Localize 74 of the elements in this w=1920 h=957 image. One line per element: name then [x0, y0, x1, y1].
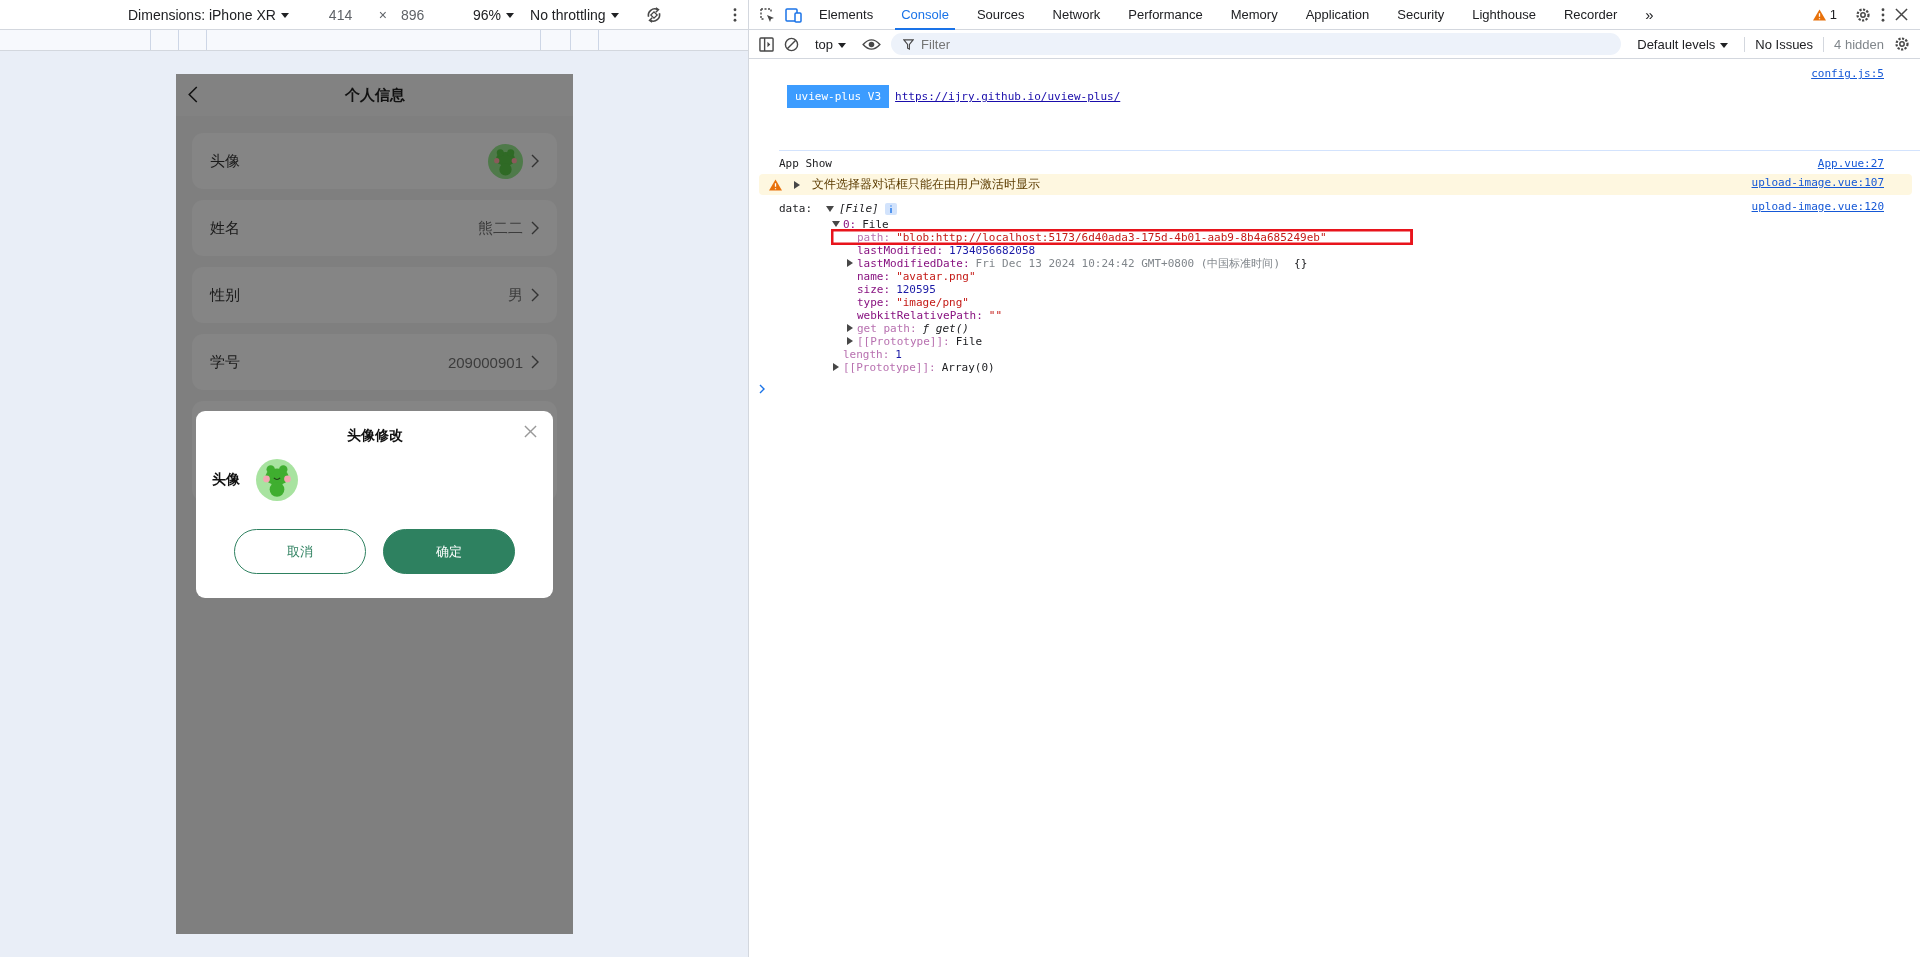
warning-count[interactable]: 1	[1829, 7, 1837, 22]
property-suffix: {}	[1294, 256, 1308, 270]
property-key: size:	[857, 282, 891, 296]
property-value: "image/png"	[896, 295, 969, 309]
property-value: 1	[895, 347, 902, 361]
devtools-tab[interactable]: Lighthouse	[1466, 0, 1542, 30]
library-link[interactable]: https://ijry.github.io/uview-plus/	[895, 90, 1121, 103]
row-value: 209000901	[447, 353, 523, 371]
source-link[interactable]: App.vue:27	[1817, 157, 1884, 170]
info-row[interactable]: 头像	[192, 133, 557, 189]
warning-message: 文件选择器对话框只能在由用户激活时显示	[812, 176, 1040, 193]
property-key: [[Prototype]]:	[857, 334, 950, 348]
confirm-button[interactable]: 确定	[382, 529, 515, 574]
times-sign: ×	[378, 6, 388, 23]
device-dropdown[interactable]: Dimensions: iPhone XR	[128, 6, 289, 23]
levels-dropdown[interactable]: Default levels	[1637, 36, 1729, 52]
library-badge: uview-plus V3	[787, 85, 890, 108]
row-value: 男	[508, 285, 523, 305]
property-key: lastModifiedDate:	[857, 256, 970, 270]
property-value: "avatar.png"	[896, 269, 976, 283]
throttling-dropdown[interactable]: No throttling	[530, 6, 619, 23]
filter-field[interactable]: Filter	[891, 33, 1622, 55]
devtools-tab[interactable]: Elements	[813, 0, 880, 30]
devtools-tab[interactable]: Recorder	[1557, 0, 1624, 30]
row-label: 头像	[210, 151, 241, 171]
source-link[interactable]: upload-image.vue:120	[1751, 200, 1884, 213]
devtools-tab[interactable]: Network	[1046, 0, 1107, 30]
zoom-dropdown[interactable]: 96%	[473, 6, 515, 23]
row-label: 姓名	[210, 218, 241, 238]
height-field[interactable]: 896	[401, 6, 446, 23]
more-tabs-button[interactable]: »	[1639, 0, 1660, 31]
hidden-count: 4 hidden	[1823, 36, 1884, 52]
property-key: type:	[857, 295, 891, 309]
source-link[interactable]: config.js:5	[1811, 67, 1884, 80]
devtools-tab[interactable]: Console	[895, 0, 955, 30]
row-label: 性别	[210, 285, 241, 305]
context-dropdown[interactable]: top	[815, 36, 847, 52]
devtools-tab[interactable]: Sources	[970, 0, 1031, 30]
property-value: 1734056682058	[949, 243, 1036, 257]
row-label: 学号	[210, 352, 241, 372]
property-value: Fri Dec 13 2024 10:24:42 GMT+0800 (中国标准时间)	[975, 255, 1280, 271]
page-title: 个人信息	[344, 85, 405, 105]
object-summary: [File]	[839, 202, 879, 216]
property-key: 0:	[843, 217, 857, 231]
property-value: File	[862, 217, 889, 231]
devtools-tab[interactable]: Security	[1391, 0, 1451, 30]
property-key: lastModified:	[857, 243, 944, 257]
property-value: 120595	[896, 282, 936, 296]
row-value: 熊二二	[478, 218, 523, 238]
info-row[interactable]: 学号 209000901	[192, 334, 557, 390]
devtools-tab[interactable]: Performance	[1122, 0, 1209, 30]
info-row[interactable]: 姓名 熊二二	[192, 200, 557, 256]
avatar-label: 头像	[212, 471, 240, 489]
property-key: get path:	[857, 321, 917, 335]
log-message: App Show	[779, 157, 832, 170]
issues-button[interactable]: No Issues	[1744, 36, 1814, 52]
source-link[interactable]: upload-image.vue:107	[1751, 176, 1884, 189]
property-key: name:	[857, 269, 891, 283]
info-row[interactable]: 性别 男	[192, 267, 557, 323]
devtools-tab[interactable]: Memory	[1224, 0, 1284, 30]
devtools-tab[interactable]: Application	[1299, 0, 1376, 30]
property-key: length:	[843, 347, 890, 361]
property-key: path:	[857, 230, 891, 244]
dialog-title: 头像修改	[346, 427, 403, 445]
property-value: File	[955, 334, 983, 348]
property-value: "blob:http://localhost:5173/6d40ada3-175d-4b01-aab9-8b4a685249eb"	[896, 230, 1327, 244]
width-field[interactable]: 414	[328, 6, 373, 23]
property-value: ""	[988, 308, 1003, 322]
property-value: Array(0)	[941, 360, 995, 374]
property-value: ƒ get()	[922, 321, 969, 335]
property-key: [[Prototype]]:	[843, 360, 936, 374]
property-key: webkitRelativePath:	[857, 308, 983, 322]
cancel-button[interactable]: 取消	[234, 529, 367, 574]
log-label: data:	[779, 202, 814, 216]
